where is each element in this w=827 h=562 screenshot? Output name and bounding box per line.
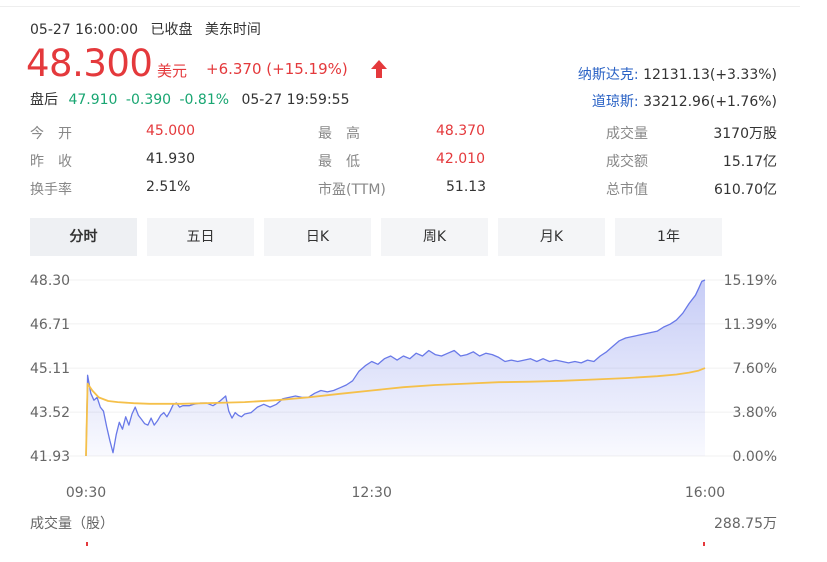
volume-value: 288.75万 — [714, 516, 777, 532]
index-dow[interactable]: 道琼斯: 33212.96(+1.76%) — [592, 91, 777, 111]
index-name[interactable]: 纳斯达克: — [578, 67, 639, 83]
volume-bar — [703, 542, 705, 546]
stat-value-low: 42.010 — [436, 151, 485, 167]
pct-tick-label: 0.00% — [733, 449, 777, 465]
stat-label-turnover: 成交额 — [606, 154, 648, 170]
intraday-chart[interactable]: 48.30 46.71 45.11 43.52 41.93 15.19% 11.39% 7.… — [0, 262, 827, 507]
tab-daily-k[interactable]: 日K — [264, 218, 371, 256]
volume-label: 成交量（股） — [30, 516, 114, 532]
tab-five-day[interactable]: 五日 — [147, 218, 254, 256]
after-hours-change: -0.390 — [125, 92, 172, 108]
tab-one-year[interactable]: 1年 — [615, 218, 722, 256]
stat-value-volume: 3170万股 — [713, 126, 777, 142]
x-tick-label: 12:30 — [352, 485, 392, 501]
timezone-label: 美东时间 — [204, 22, 261, 38]
y-tick-label: 48.30 — [30, 273, 70, 289]
stat-label-turnover-rate: 换手率 — [30, 182, 72, 198]
stat-label-high: 最 高 — [318, 126, 360, 142]
index-nasdaq[interactable]: 纳斯达克: 12131.13(+3.33%) — [578, 64, 777, 84]
up-arrow-icon — [371, 60, 387, 78]
price-change: +6.370 (+15.19%) — [206, 60, 348, 78]
current-price: 48.300 — [26, 42, 153, 85]
y-tick-label: 43.52 — [30, 405, 70, 421]
x-tick-label: 16:00 — [685, 485, 725, 501]
index-name[interactable]: 道琼斯: — [592, 94, 639, 110]
stat-value-open: 45.000 — [146, 123, 195, 139]
pct-tick-label: 15.19% — [724, 273, 777, 289]
y-tick-label: 41.93 — [30, 449, 70, 465]
price-currency: 美元 — [157, 62, 188, 80]
quote-datetime: 05-27 16:00:00 — [30, 22, 139, 38]
stat-value-pe-ttm: 51.13 — [446, 179, 487, 195]
stat-label-market-cap: 总市值 — [606, 182, 648, 198]
market-time-row: 05-27 16:00:00 已收盘 美东时间 — [30, 19, 269, 39]
volume-bar — [86, 542, 88, 546]
stat-value-turnover-rate: 2.51% — [146, 179, 191, 195]
index-value: 12131.13(+3.33%) — [643, 67, 777, 83]
tab-intraday[interactable]: 分时 — [30, 218, 137, 256]
y-tick-label: 46.71 — [30, 317, 70, 333]
after-hours-time: 05-27 19:59:55 — [241, 92, 350, 108]
stat-label-volume: 成交量 — [606, 126, 648, 142]
stat-label-pe-ttm: 市盈(TTM) — [318, 182, 386, 198]
stat-label-prev-close: 昨 收 — [30, 154, 72, 170]
after-hours-label: 盘后 — [30, 92, 58, 108]
stat-value-market-cap: 610.70亿 — [714, 182, 777, 198]
index-value: 33212.96(+1.76%) — [643, 94, 777, 110]
stat-value-prev-close: 41.930 — [146, 151, 195, 167]
stat-value-high: 48.370 — [436, 123, 485, 139]
tab-weekly-k[interactable]: 周K — [381, 218, 488, 256]
pct-tick-label: 3.80% — [733, 405, 777, 421]
market-status: 已收盘 — [150, 22, 193, 38]
x-tick-label: 09:30 — [66, 485, 106, 501]
stat-label-open: 今 开 — [30, 126, 72, 142]
after-hours-change-pct: -0.81% — [179, 92, 230, 108]
after-hours-price: 47.910 — [68, 92, 118, 108]
top-divider — [0, 6, 800, 7]
pct-tick-label: 7.60% — [733, 361, 777, 377]
y-tick-label: 45.11 — [30, 361, 70, 377]
stat-label-low: 最 低 — [318, 154, 360, 170]
pct-tick-label: 11.39% — [724, 317, 777, 333]
tab-monthly-k[interactable]: 月K — [498, 218, 605, 256]
stat-value-turnover: 15.17亿 — [722, 154, 777, 170]
after-hours-row: 盘后 47.910 -0.390 -0.81% 05-27 19:59:55 — [30, 89, 350, 109]
